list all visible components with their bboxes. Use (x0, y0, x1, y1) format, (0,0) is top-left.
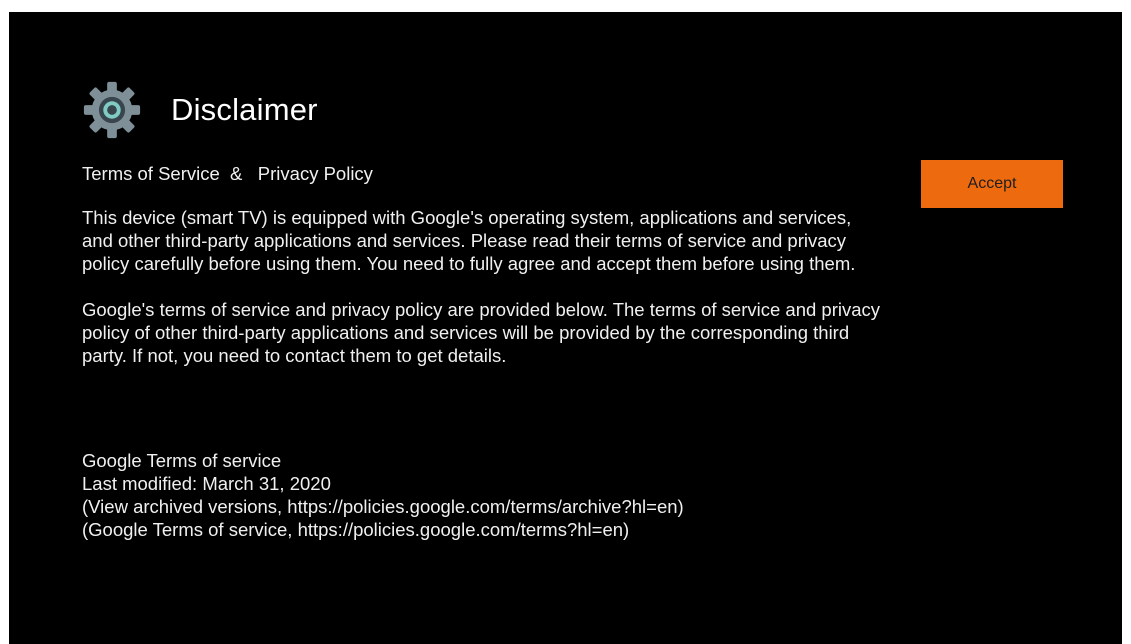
policy-heading: Google Terms of service (82, 450, 282, 471)
last-modified-text: Last modified: March 31, 2020 (82, 473, 331, 494)
google-terms-paragraph: Google's terms of service and privacy po… (82, 299, 881, 366)
header: Disclaimer (81, 78, 318, 142)
terms-privacy-subtitle: Terms of Service & Privacy Policy (82, 163, 373, 184)
page-title: Disclaimer (171, 92, 318, 127)
archived-versions-link[interactable]: (View archived versions, https://policie… (82, 495, 882, 518)
intro-paragraph: This device (smart TV) is equipped with … (82, 207, 856, 274)
accept-button[interactable]: Accept (921, 160, 1063, 208)
disclaimer-screen: Disclaimer Terms of Service & Privacy Po… (9, 12, 1122, 644)
google-terms-link[interactable]: (Google Terms of service, https://polici… (82, 518, 882, 541)
settings-gear-icon (83, 81, 141, 139)
policy-details: Google Terms of service Last modified: M… (82, 449, 882, 541)
disclaimer-content: Terms of Service & Privacy Policy This d… (82, 162, 882, 541)
